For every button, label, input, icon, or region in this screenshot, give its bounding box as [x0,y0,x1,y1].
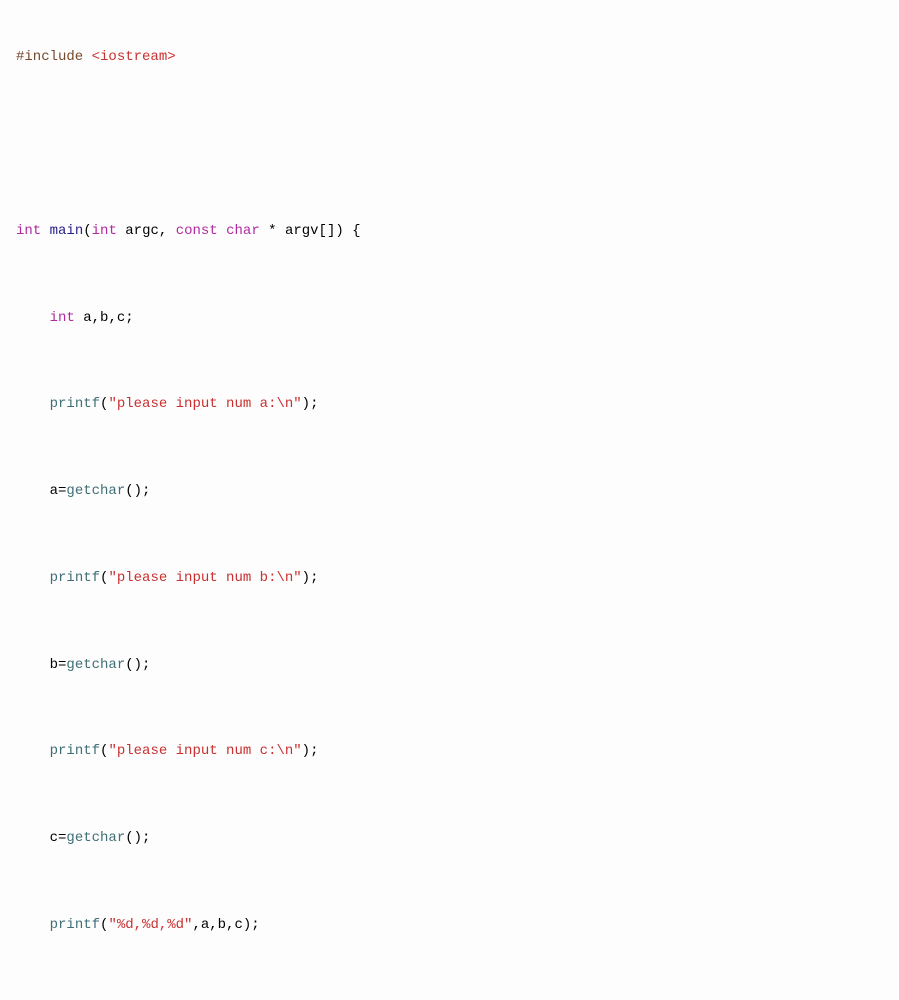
code-line[interactable]: #include <iostream> [16,47,891,69]
code-line[interactable]: b=getchar(); [16,655,891,677]
include-target: <iostream> [92,49,176,65]
code-editor[interactable]: #include <iostream> int main(int argc, c… [0,0,899,1000]
code-line[interactable]: printf("%d,%d,%d",a,b,c); [16,915,891,937]
code-line[interactable]: int a,b,c; [16,308,891,330]
code-line[interactable] [16,134,891,156]
code-line[interactable]: printf("please input num c:\n"); [16,741,891,763]
code-line[interactable]: printf("please input num a:\n"); [16,394,891,416]
code-line[interactable]: c=getchar(); [16,828,891,850]
code-line[interactable]: printf("please input num b:\n"); [16,568,891,590]
code-line[interactable]: int main(int argc, const char * argv[]) … [16,221,891,243]
preprocessor-token: #include [16,49,83,65]
function-name: main [50,223,84,239]
